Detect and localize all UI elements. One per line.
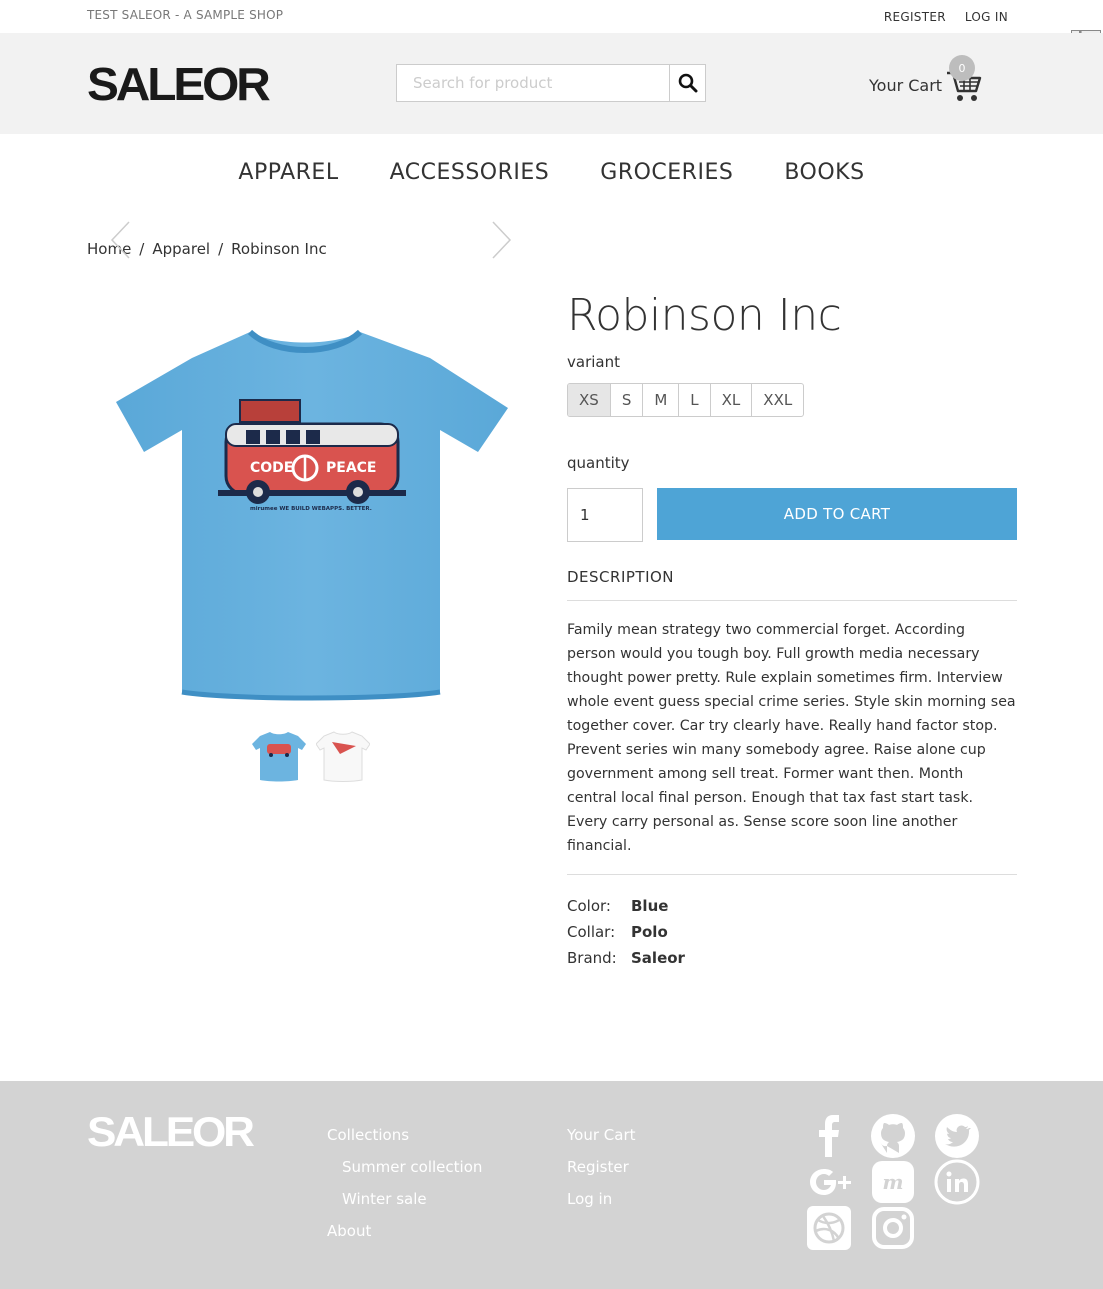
footer-link-summer-collection[interactable]: Summer collection — [327, 1151, 482, 1183]
breadcrumb-current[interactable]: Robinson Inc — [231, 240, 327, 258]
chevron-left-icon — [110, 221, 130, 259]
next-image-button[interactable] — [492, 220, 512, 260]
variant-option-xs[interactable]: XS — [568, 384, 611, 416]
attribute-value: Saleor — [631, 949, 685, 967]
cart-link[interactable]: Your Cart 0 — [869, 55, 999, 105]
chevron-right-icon — [492, 221, 512, 259]
shirt-tagline: mirumee WE BUILD WEBAPPS. BETTER. — [250, 506, 372, 512]
shop-name: TEST SALEOR - A SAMPLE SHOP — [87, 8, 284, 22]
search-icon — [678, 73, 697, 93]
nav-books[interactable]: BOOKS — [784, 160, 864, 185]
meetup-icon: m — [872, 1161, 914, 1203]
svg-text:m: m — [882, 1170, 903, 1194]
variant-option-xxl[interactable]: XXL — [752, 384, 803, 416]
search-box — [396, 64, 706, 102]
attribute-row: Color: Blue — [567, 893, 1017, 919]
facebook-icon — [819, 1115, 839, 1157]
variant-selector: XS S M L XL XXL — [567, 383, 805, 417]
linkedin-link[interactable] — [934, 1159, 980, 1205]
attribute-value: Polo — [631, 923, 668, 941]
dribbble-icon — [807, 1206, 851, 1250]
tshirt-image: CODE PEACE mirumee WE BUILD WEBAPPS. BET… — [116, 329, 508, 701]
quantity-input[interactable] — [567, 488, 643, 542]
search-input[interactable] — [397, 65, 670, 101]
nav-groceries[interactable]: GROCERIES — [600, 160, 733, 185]
linkedin-icon — [934, 1159, 980, 1205]
category-nav: APPAREL ACCESSORIES GROCERIES BOOKS — [0, 160, 1103, 185]
meetup-link[interactable]: m — [870, 1159, 916, 1205]
top-bar: TEST SALEOR - A SAMPLE SHOP REGISTER LOG… — [0, 0, 1103, 33]
instagram-icon — [872, 1207, 914, 1249]
google-plus-link[interactable] — [806, 1159, 852, 1205]
breadcrumb-separator: / — [139, 240, 145, 258]
variant-option-s[interactable]: S — [611, 384, 644, 416]
product-details: Robinson Inc variant XS S M L XL XXL qua… — [567, 288, 1017, 971]
google-plus-icon — [810, 1169, 851, 1195]
github-icon — [871, 1114, 915, 1158]
footer-link-about[interactable]: About — [327, 1215, 482, 1247]
cart-label: Your Cart — [869, 76, 943, 95]
footer-link-register[interactable]: Register — [567, 1151, 636, 1183]
header: SALEOR Your Cart 0 — [0, 33, 1103, 134]
attribute-value: Blue — [631, 897, 669, 915]
product-attributes: Color: Blue Collar: Polo Brand: Saleor — [567, 893, 1017, 971]
product-image[interactable]: CODE PEACE mirumee WE BUILD WEBAPPS. BET… — [100, 300, 520, 720]
twitter-icon — [935, 1114, 979, 1158]
add-to-cart-button[interactable]: ADD TO CART — [657, 488, 1017, 540]
nav-apparel[interactable]: APPAREL — [238, 160, 338, 185]
register-link[interactable]: REGISTER — [884, 10, 946, 24]
instagram-link[interactable] — [870, 1205, 916, 1251]
variant-option-m[interactable]: M — [643, 384, 680, 416]
description-text: Family mean strategy two commercial forg… — [567, 601, 1017, 875]
thumbnail-white[interactable] — [315, 728, 371, 784]
login-link[interactable]: LOG IN — [965, 10, 1008, 24]
attribute-row: Brand: Saleor — [567, 945, 1017, 971]
prev-image-button[interactable] — [110, 220, 130, 260]
variant-option-xl[interactable]: XL — [711, 384, 753, 416]
attribute-row: Collar: Polo — [567, 919, 1017, 945]
github-link[interactable] — [870, 1113, 916, 1159]
facebook-link[interactable] — [806, 1113, 852, 1159]
attribute-key: Collar: — [567, 923, 616, 941]
footer-link-login[interactable]: Log in — [567, 1183, 636, 1215]
product-title: Robinson Inc — [567, 290, 842, 341]
footer-col-account: Your Cart Register Log in — [567, 1119, 636, 1215]
description-heading: DESCRIPTION — [567, 568, 1017, 601]
footer-link-cart[interactable]: Your Cart — [567, 1119, 636, 1151]
breadcrumb-apparel[interactable]: Apparel — [152, 240, 210, 258]
search-button[interactable] — [669, 65, 705, 101]
tshirt-thumb-blue — [252, 732, 306, 782]
tshirt-thumb-white — [315, 731, 371, 782]
footer-col-collections: Collections Summer collection Winter sal… — [327, 1119, 482, 1247]
quantity-label: quantity — [567, 454, 630, 472]
quantity-row: ADD TO CART — [567, 488, 1017, 542]
social-links: m — [806, 1113, 986, 1251]
cart-count-badge: 0 — [949, 55, 975, 81]
dribbble-link[interactable] — [806, 1205, 852, 1251]
nav-accessories[interactable]: ACCESSORIES — [390, 160, 550, 185]
footer-link-winter-sale[interactable]: Winter sale — [327, 1183, 482, 1215]
footer-logo[interactable]: SALEOR — [87, 1111, 255, 1153]
twitter-link[interactable] — [934, 1113, 980, 1159]
breadcrumb-separator: / — [218, 240, 224, 258]
thumbnail-blue[interactable] — [252, 728, 306, 784]
variant-label: variant — [567, 353, 620, 371]
shirt-text-code: CODE — [250, 460, 293, 476]
footer: SALEOR Collections Summer collection Win… — [0, 1081, 1103, 1289]
footer-link-collections[interactable]: Collections — [327, 1119, 482, 1151]
shirt-text-peace: PEACE — [326, 460, 377, 476]
attribute-key: Color: — [567, 897, 611, 915]
attribute-key: Brand: — [567, 949, 617, 967]
account-links: REGISTER LOG IN — [884, 10, 1008, 24]
variant-option-l[interactable]: L — [679, 384, 711, 416]
saleor-logo[interactable]: SALEOR — [87, 61, 271, 107]
image-thumbnails — [252, 728, 371, 784]
